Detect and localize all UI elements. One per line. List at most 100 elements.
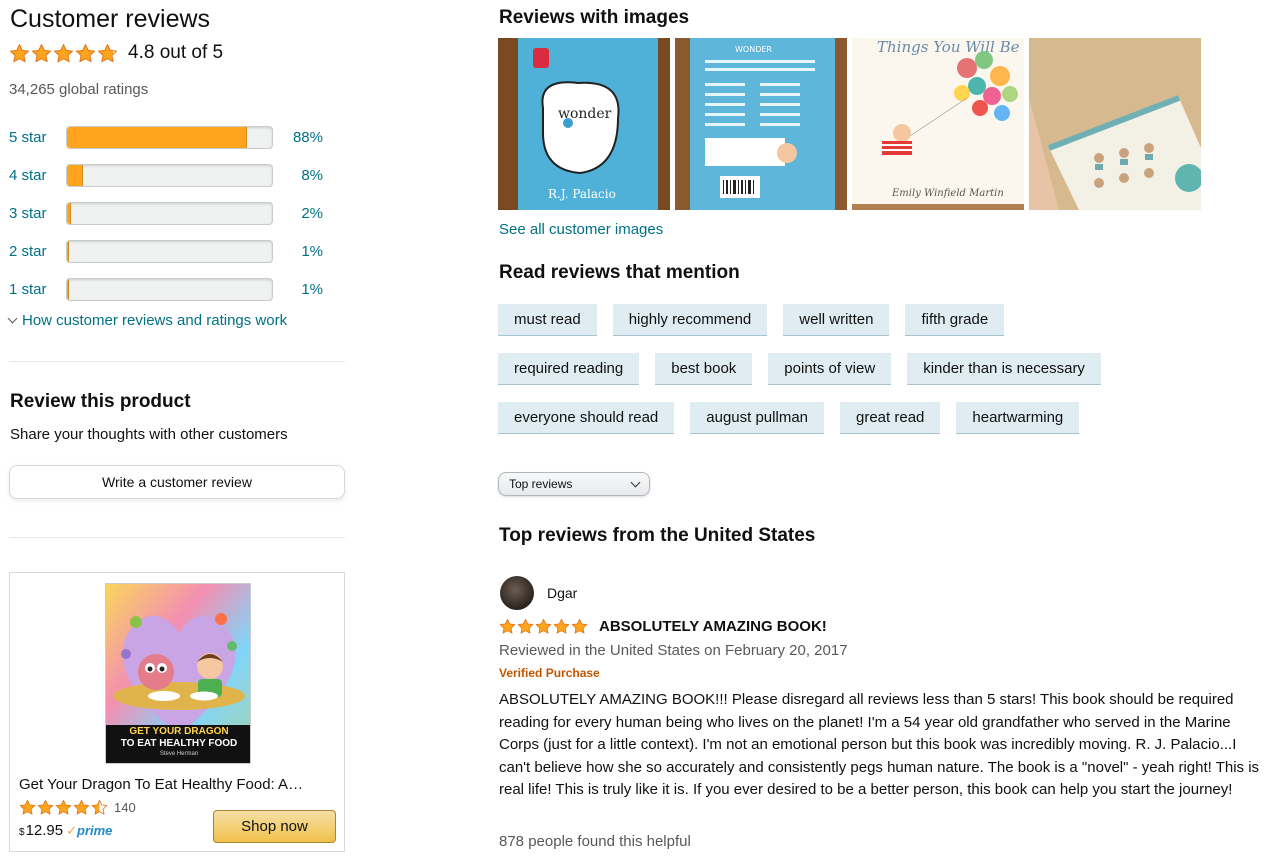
histogram-star-label[interactable]: 5 star <box>9 129 66 146</box>
mention-chip[interactable]: august pullman <box>690 402 824 434</box>
histogram-bar[interactable] <box>66 277 273 301</box>
ad-cover-line2: TO EAT HEALTHY FOOD <box>120 738 238 749</box>
review-headline[interactable]: ABSOLUTELY AMAZING BOOK! <box>599 618 827 635</box>
histogram-row-1-star[interactable]: 1 star 1% <box>9 270 345 308</box>
star-icon <box>53 43 74 62</box>
mention-chip[interactable]: everyone should read <box>498 402 675 434</box>
average-rating-stars <box>9 43 118 64</box>
histogram-star-label[interactable]: 1 star <box>9 281 66 298</box>
review-date: Reviewed in the United States on Februar… <box>499 642 848 659</box>
things-cover-title: Things You Will Be <box>877 38 1020 56</box>
mention-row: must read highly recommend well written fif… <box>498 304 1118 336</box>
helpful-count: 878 people found this helpful <box>499 833 691 850</box>
histogram-bar[interactable] <box>66 163 273 187</box>
histogram-percent[interactable]: 2% <box>301 205 323 222</box>
histogram-star-label[interactable]: 2 star <box>9 243 66 260</box>
see-all-images-link[interactable]: See all customer images <box>499 221 663 238</box>
mention-chip[interactable]: highly recommend <box>612 304 768 336</box>
ad-price-value: 12.95 <box>25 822 64 839</box>
mention-row: everyone should read august pullman great … <box>498 402 1118 434</box>
mention-chip[interactable]: heartwarming <box>956 402 1080 434</box>
avatar[interactable] <box>500 576 534 610</box>
mention-chip[interactable]: must read <box>498 304 597 336</box>
histogram-bar[interactable] <box>66 201 273 225</box>
mention-chip[interactable]: well written <box>783 304 890 336</box>
star-icon <box>37 799 54 815</box>
histogram-percent[interactable]: 8% <box>301 167 323 184</box>
mention-chip[interactable]: required reading <box>498 353 640 385</box>
sponsored-product-ad[interactable]: GET YOUR DRAGON TO EAT HEALTHY FOOD Stev… <box>9 572 345 852</box>
mention-chip[interactable]: best book <box>655 353 753 385</box>
mention-chip[interactable]: fifth grade <box>905 304 1005 336</box>
star-icon <box>553 618 570 634</box>
star-icon <box>75 43 96 62</box>
star-icon <box>9 43 30 62</box>
divider <box>9 361 345 362</box>
write-review-button[interactable]: Write a customer review <box>9 465 345 499</box>
star-icon <box>55 799 72 815</box>
prime-badge: ✓prime <box>66 823 112 839</box>
histogram-bar-fill <box>67 126 248 148</box>
star-icon <box>571 618 588 634</box>
back-cover-title: WONDER <box>735 45 772 54</box>
sort-reviews-select[interactable]: Top reviews <box>498 472 650 496</box>
verified-purchase-badge[interactable]: Verified Purchase <box>499 666 600 680</box>
review-body: ABSOLUTELY AMAZING BOOK!!! Please disreg… <box>499 691 1260 798</box>
histogram-bar[interactable] <box>66 125 273 149</box>
customer-image-thumbnail[interactable]: Things You Will Be Emily Winfield Martin <box>852 38 1024 210</box>
divider <box>9 537 345 538</box>
mention-filters: must read highly recommend well written fif… <box>498 304 1118 451</box>
reviewer-name[interactable]: Dgar <box>547 585 577 601</box>
ad-cover-author: Steve Herman <box>159 751 199 757</box>
average-rating-text: 4.8 out of 5 <box>128 42 224 63</box>
mention-chip[interactable]: great read <box>840 402 941 434</box>
histogram-row-3-star[interactable]: 3 star 2% <box>9 194 345 232</box>
review-product-heading: Review this product <box>10 391 191 412</box>
histogram-percent[interactable]: 88% <box>293 129 323 146</box>
chevron-down-icon <box>630 477 641 488</box>
star-icon <box>31 43 52 62</box>
histogram-bar-fill <box>67 240 70 262</box>
histogram-star-label[interactable]: 4 star <box>9 167 66 184</box>
star-icon <box>91 799 108 815</box>
histogram-percent[interactable]: 1% <box>301 243 323 260</box>
mention-chip[interactable]: kinder than is necessary <box>907 353 1101 385</box>
star-icon <box>97 43 118 62</box>
customer-image-thumbnail[interactable] <box>1029 38 1201 210</box>
histogram-star-label[interactable]: 3 star <box>9 205 66 222</box>
mention-row: required reading best book points of view k… <box>498 353 1118 385</box>
customer-image-gallery: wonder R.J. Palacio WONDER Things You Wi… <box>498 38 1201 210</box>
customer-image-thumbnail[interactable]: wonder R.J. Palacio <box>498 38 670 210</box>
histogram-percent[interactable]: 1% <box>301 281 323 298</box>
star-icon <box>517 618 534 634</box>
ad-rating-stars <box>19 799 108 816</box>
review-rating-stars[interactable] <box>499 618 588 635</box>
mentions-heading: Read reviews that mention <box>499 262 740 283</box>
wonder-cover-text: wonder <box>558 106 612 122</box>
histogram-bar[interactable] <box>66 239 273 263</box>
reviewer-profile[interactable]: Dgar <box>500 576 577 610</box>
ad-price-symbol: $ <box>19 827 25 838</box>
top-reviews-heading: Top reviews from the United States <box>499 525 816 546</box>
histogram-row-5-star[interactable]: 5 star 88% <box>9 118 345 156</box>
how-reviews-work-link[interactable]: How customer reviews and ratings work <box>7 312 287 329</box>
customer-image-thumbnail[interactable]: WONDER <box>675 38 847 210</box>
ad-rating[interactable]: 140 <box>19 799 136 816</box>
ad-cover-title: GET YOUR DRAGON TO EAT HEALTHY FOOD Stev… <box>106 726 250 758</box>
ad-cover-line1: GET YOUR DRAGON <box>129 726 229 737</box>
star-icon <box>535 618 552 634</box>
global-ratings-count: 34,265 global ratings <box>9 81 149 98</box>
histogram-bar-fill <box>67 164 84 186</box>
shop-now-button[interactable]: Shop now <box>213 810 336 843</box>
histogram-row-4-star[interactable]: 4 star 8% <box>9 156 345 194</box>
rating-histogram: 5 star 88% 4 star 8% 3 star 2% 2 star 1% 1 star 1… <box>9 118 345 308</box>
histogram-row-2-star[interactable]: 2 star 1% <box>9 232 345 270</box>
ad-product-title[interactable]: Get Your Dragon To Eat Healthy Food: A… <box>19 776 329 793</box>
mention-chip[interactable]: points of view <box>768 353 892 385</box>
ad-price: $ 12.95 ✓prime <box>19 822 112 839</box>
prime-check-icon: ✓ <box>66 823 78 838</box>
average-rating: 4.8 out of 5 <box>9 42 223 64</box>
ad-book-cover-image[interactable]: GET YOUR DRAGON TO EAT HEALTHY FOOD Stev… <box>105 583 251 764</box>
star-icon <box>499 618 516 634</box>
star-icon <box>19 799 36 815</box>
